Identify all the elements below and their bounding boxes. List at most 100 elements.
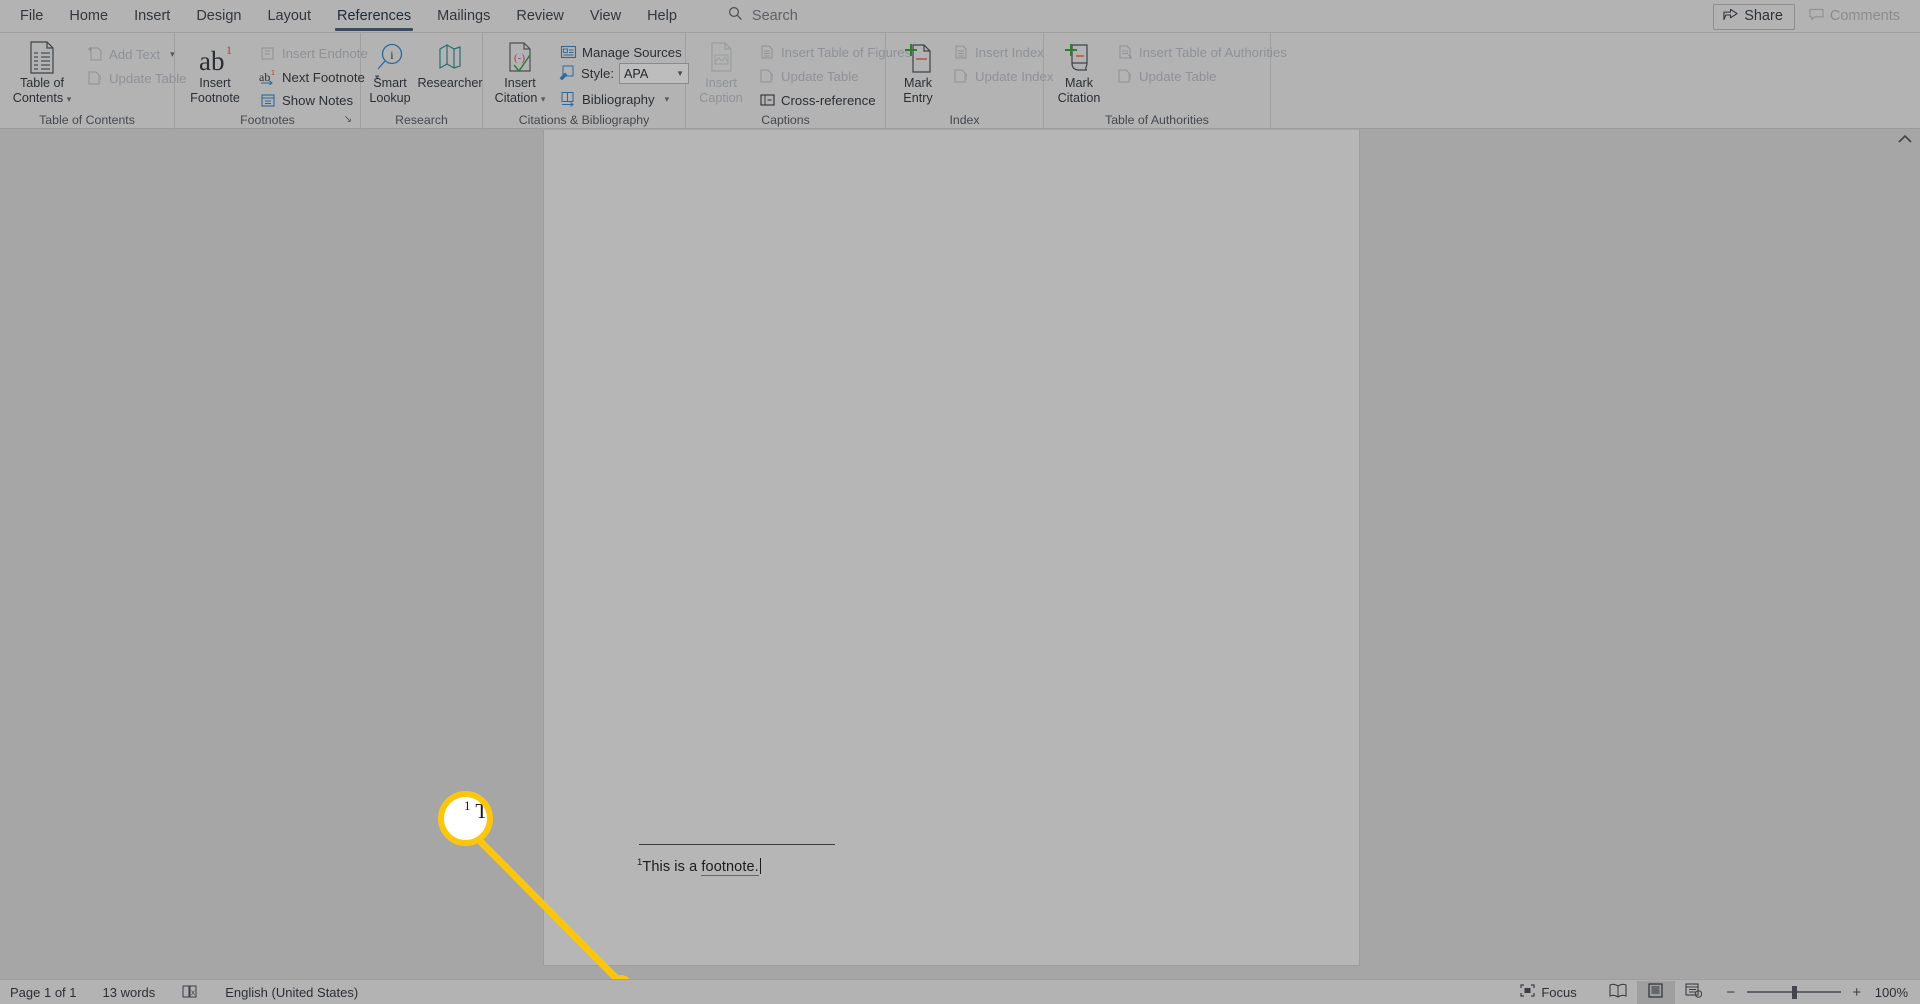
chevron-down-icon: ▾ [664,93,670,104]
print-layout-button[interactable] [1636,980,1675,1004]
smart-lookup-button[interactable]: i Smart Lookup [361,40,419,105]
insert-caption-button[interactable]: Insert Caption [688,40,754,105]
tab-home[interactable]: Home [56,0,121,33]
tab-references[interactable]: References [324,0,424,33]
update-index-icon: ! [952,67,970,85]
magnified-footnote-marker: 1 [464,798,471,813]
zoom-level[interactable]: 100% [1875,985,1908,1000]
insert-index-button[interactable]: Insert Index [952,41,1044,63]
bibliography-icon [559,90,577,108]
update-index-label: Update Index [975,68,1054,84]
show-notes-icon [259,91,277,109]
insert-table-of-authorities-label: Insert Table of Authorities [1139,44,1287,60]
document-area[interactable]: 1This is a footnote. 1 Th [0,130,1920,979]
chevron-down-icon: ▾ [66,93,72,104]
chevron-down-icon: ▾ [170,48,175,59]
status-bar-left: Page 1 of 1 13 words x English (United S… [0,985,358,1000]
tab-help[interactable]: Help [634,0,690,33]
collapse-ribbon-icon[interactable] [1898,134,1912,147]
ribbon-tab-bar: File Home Insert Design Layout Reference… [0,0,1920,33]
mark-citation-button[interactable]: Mark Citation [1046,40,1112,105]
insert-footnote-button[interactable]: ab 1 Insert Footnote [178,40,252,105]
web-layout-button[interactable] [1675,981,1713,1004]
insert-endnote-icon [259,44,277,62]
cross-reference-button[interactable]: Cross-reference [758,89,876,111]
ribbon-group-citations-bibliography: (-) Insert Citation ▾ Manage Sources Sty… [483,33,689,129]
tab-insert[interactable]: Insert [121,0,183,33]
word-count[interactable]: 13 words [103,985,156,1000]
update-table-authorities-button[interactable]: ! Update Table [1116,65,1216,87]
zoom-thumb[interactable] [1791,985,1797,999]
table-of-contents-label-2: Contents [12,90,64,105]
update-table-captions-button[interactable]: ! Update Table [758,65,858,87]
show-notes-button[interactable]: Show Notes [259,89,353,111]
svg-text:1: 1 [226,43,232,57]
mark-entry-icon [888,40,948,74]
update-index-button[interactable]: ! Update Index [952,65,1053,87]
insert-table-of-authorities-button[interactable]: Insert Table of Authorities [1116,41,1287,63]
svg-text:ab: ab [259,70,270,84]
insert-endnote-button[interactable]: Insert Endnote [259,42,368,64]
bibliography-button[interactable]: Bibliography ▾ [559,88,669,110]
web-layout-icon [1685,983,1703,1001]
document-page[interactable]: 1This is a footnote. [544,130,1359,965]
group-label-research: Research [395,113,448,127]
svg-text:!: ! [771,72,774,82]
footnote-text[interactable]: 1This is a footnote. [637,857,762,876]
manage-sources-icon [559,43,577,61]
share-button[interactable]: Share [1713,3,1795,30]
language-indicator[interactable]: English (United States) [225,985,358,1000]
footnotes-dialog-launcher[interactable]: ↘ [342,114,354,126]
group-label-footnotes: Footnotes [240,113,295,127]
insert-footnote-label-1: Insert [199,76,231,90]
footnote-separator [639,844,835,845]
insert-caption-icon [688,40,754,74]
tab-mailings[interactable]: Mailings [424,0,503,33]
insert-citation-button[interactable]: (-) Insert Citation ▾ [485,40,555,106]
read-mode-button[interactable] [1599,981,1637,1004]
tab-view[interactable]: View [577,0,634,33]
tab-review[interactable]: Review [503,0,577,33]
add-text-button[interactable]: Add Text ▾ [86,43,175,65]
researcher-button[interactable]: Researcher [417,40,483,91]
search-box[interactable]: Search [728,6,798,26]
svg-text:(-): (-) [514,52,525,64]
update-table-icon: ! [86,69,104,87]
update-table-toc-button[interactable]: ! Update Table [86,67,186,89]
zoom-track[interactable] [1746,985,1841,999]
smart-lookup-label-2: Lookup [369,90,411,105]
focus-button[interactable]: Focus [1520,984,1577,1000]
mark-citation-icon [1046,40,1112,74]
group-label-index: Index [949,113,980,127]
footnote-misspelled-word: footnote. [701,858,759,876]
zoom-slider[interactable]: − + [1725,984,1863,1001]
tab-layout[interactable]: Layout [254,0,324,33]
mark-entry-label-1: Mark [904,76,932,90]
zoom-in-button[interactable]: + [1851,984,1863,1001]
read-mode-icon [1609,983,1627,1001]
show-notes-label: Show Notes [282,92,354,108]
word-window: File Home Insert Design Layout Reference… [0,0,1920,1004]
page-indicator[interactable]: Page 1 of 1 [10,985,77,1000]
mark-citation-label-2: Citation [1057,90,1101,105]
ribbon-group-table-of-authorities: Mark Citation Insert Table of Authoritie… [1044,33,1287,129]
citation-style-dropdown[interactable]: APA ▼ [618,63,689,84]
tab-file[interactable]: File [7,0,56,33]
magnified-footnote-word: Th [475,799,489,823]
insert-endnote-label: Insert Endnote [282,45,368,61]
bibliography-label: Bibliography [582,91,655,107]
comments-button[interactable]: Comments [1799,4,1912,30]
next-footnote-icon: ab 1 [259,68,277,86]
proofing-errors-icon[interactable]: x [181,985,199,999]
insert-index-icon [952,43,970,61]
ribbon-group-table-of-contents: Table of Contents ▾ Add Text ▾ ! Update … [0,33,186,129]
mark-entry-button[interactable]: Mark Entry [888,40,948,105]
table-of-contents-button[interactable]: Table of Contents ▾ [2,40,82,106]
zoom-out-button[interactable]: − [1725,984,1737,1001]
share-icon [1723,8,1738,25]
manage-sources-button[interactable]: Manage Sources [559,41,682,63]
insert-footnote-label-2: Footnote [190,90,240,105]
tab-design[interactable]: Design [183,0,254,33]
chevron-down-icon: ▾ [540,93,546,104]
comments-label: Comments [1829,8,1900,24]
